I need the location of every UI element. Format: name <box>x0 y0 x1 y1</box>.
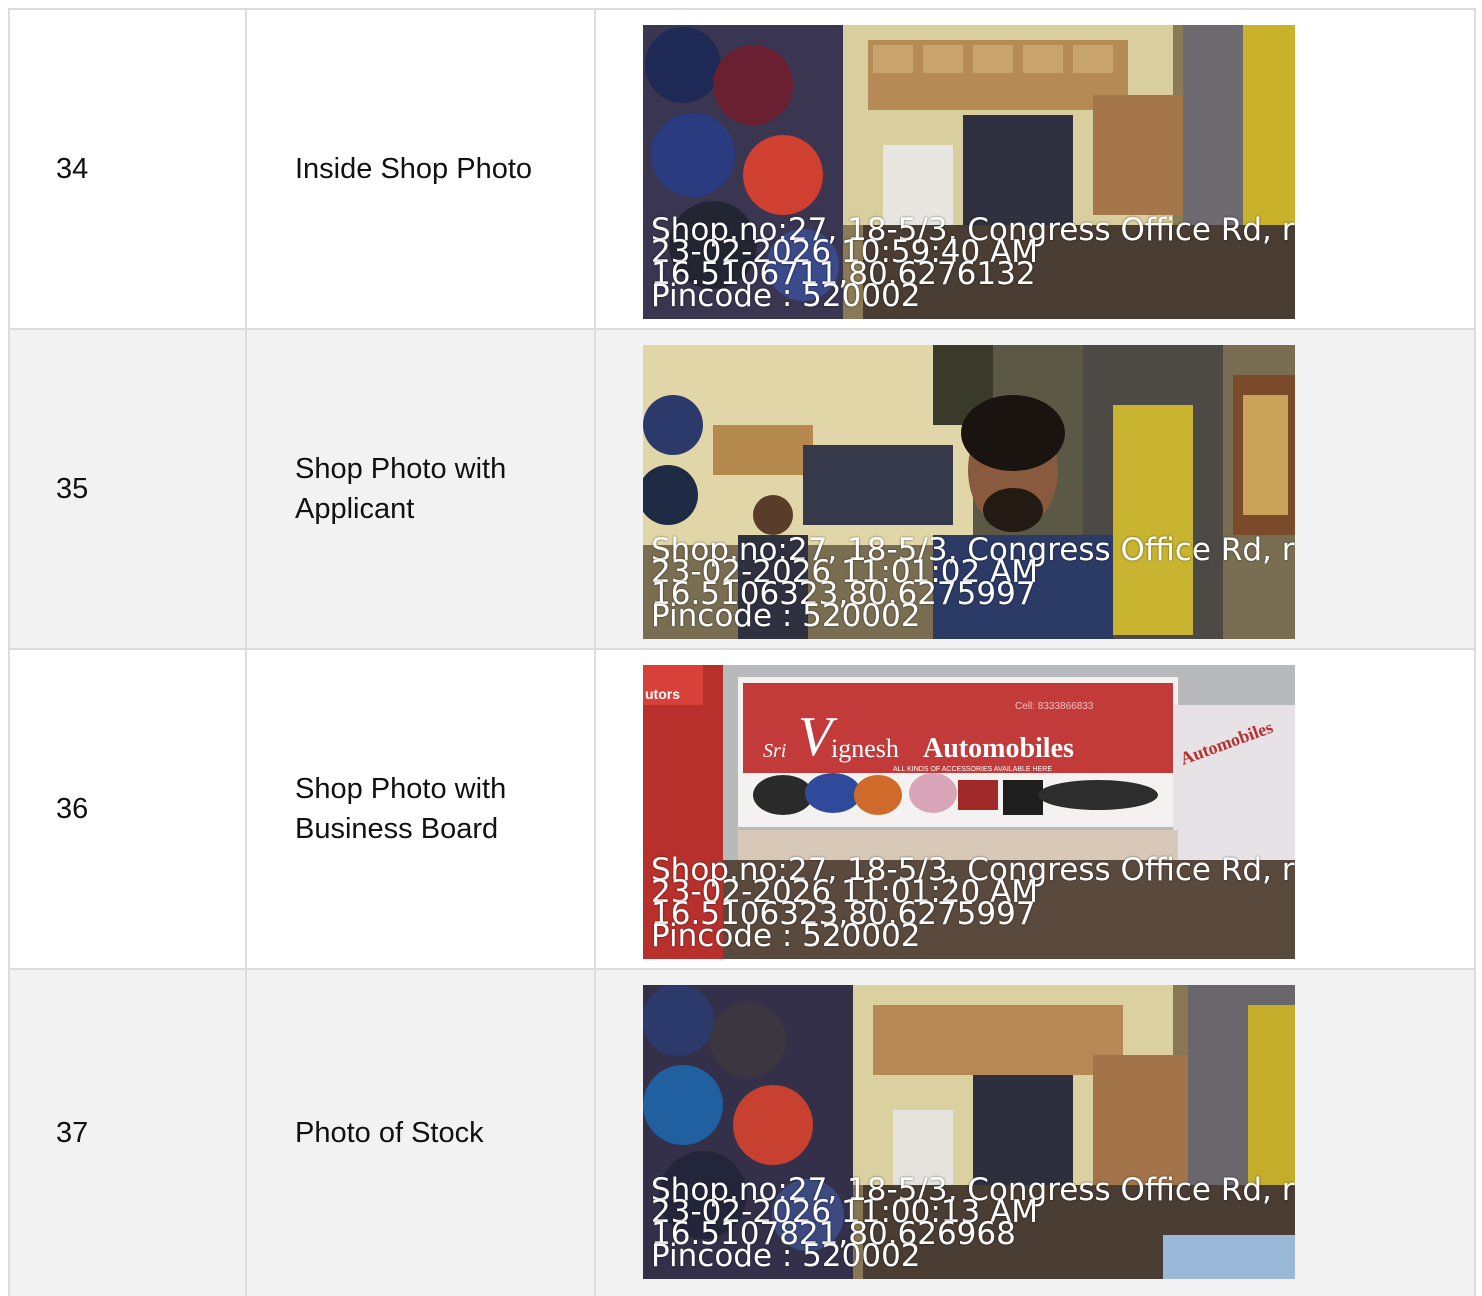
table-row: 36 Shop Photo with Business Board utors … <box>10 650 1476 970</box>
photo-timestamp-overlay: Shop.no:27, 18-5/3, Congress Office Rd, … <box>651 855 1295 952</box>
row-number: 34 <box>10 10 247 328</box>
row-number: 35 <box>10 330 247 648</box>
photo-timestamp-overlay: Shop.no:27, 18-5/3, Congress Office Rd, … <box>651 215 1295 312</box>
sign-cell: Cell: 8333866833 <box>1015 701 1094 712</box>
row-label: Inside Shop Photo <box>247 10 596 328</box>
inside-shop-photo: Shop.no:27, 18-5/3, Congress Office Rd, … <box>643 25 1295 319</box>
table-row: 34 Inside Shop Photo Shop.no:27, 18-5/3,… <box>10 10 1476 330</box>
sign-automobiles: Automobiles <box>923 733 1074 764</box>
applicant-photo: Shop.no:27, 18-5/3, Congress Office Rd, … <box>643 345 1295 639</box>
photo-cell: Shop.no:27, 18-5/3, Congress Office Rd, … <box>596 10 1476 328</box>
photo-table: 34 Inside Shop Photo Shop.no:27, 18-5/3,… <box>8 8 1476 1296</box>
photo-timestamp-overlay: Shop.no:27, 18-5/3, Congress Office Rd, … <box>651 535 1295 632</box>
sign-tagline: ALL KINDS OF ACCESSORIES AVAILABLE HERE <box>893 766 1052 773</box>
row-label: Shop Photo with Business Board <box>247 650 596 968</box>
stock-photo: Shop.no:27, 18-5/3, Congress Office Rd, … <box>643 985 1295 1279</box>
table-row: 37 Photo of Stock Shop.no:27, 18-5/3, Co… <box>10 970 1476 1296</box>
photo-cell: Shop.no:27, 18-5/3, Congress Office Rd, … <box>596 330 1476 648</box>
business-board-photo: utors Sri V ignesh Automobiles ALL KINDS… <box>643 665 1295 959</box>
sign-name: ignesh <box>831 734 899 763</box>
photo-cell: Shop.no:27, 18-5/3, Congress Office Rd, … <box>596 970 1476 1296</box>
row-number: 36 <box>10 650 247 968</box>
row-label: Photo of Stock <box>247 970 596 1296</box>
table-row: 35 Shop Photo with Applicant Shop.no:27,… <box>10 330 1476 650</box>
photo-cell: utors Sri V ignesh Automobiles ALL KINDS… <box>596 650 1476 968</box>
left-sign-text: utors <box>645 686 680 702</box>
photo-timestamp-overlay: Shop.no:27, 18-5/3, Congress Office Rd, … <box>651 1175 1295 1272</box>
sign-sri: Sri <box>763 740 786 762</box>
row-label: Shop Photo with Applicant <box>247 330 596 648</box>
row-number: 37 <box>10 970 247 1296</box>
